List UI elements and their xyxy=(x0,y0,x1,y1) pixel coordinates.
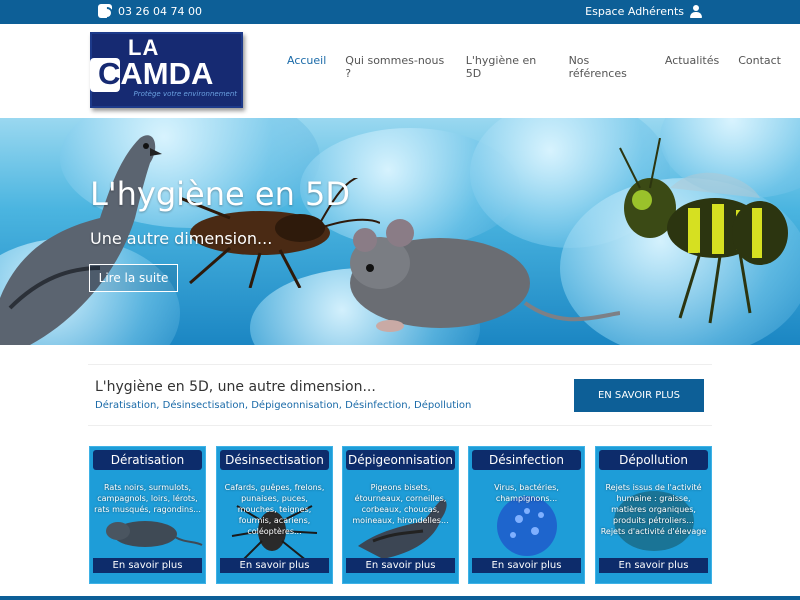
site-header: LA CAMDA Protège votre environnement Acc… xyxy=(0,24,800,118)
nav-item-hygiene-5d[interactable]: L'hygiène en 5D xyxy=(466,54,550,80)
user-icon xyxy=(690,5,702,18)
card-text: Cafards, guêpes, frelons, punaises, puce… xyxy=(224,483,325,536)
intro-services-list[interactable]: Dératisation, Désinsectisation, Dépigeon… xyxy=(95,400,471,411)
card-title: Dépigeonnisation xyxy=(346,450,455,470)
mouse-image xyxy=(350,219,620,332)
footer-bar xyxy=(0,596,800,600)
wasp-image xyxy=(619,138,788,324)
nav-item-references[interactable]: Nos références xyxy=(569,54,646,80)
card-title: Désinfection xyxy=(472,450,581,470)
card-text: Virus, bactéries, champignons... xyxy=(494,483,559,503)
nav-item-actualites[interactable]: Actualités xyxy=(665,54,719,80)
card-deratisation[interactable]: Dératisation Rats noirs, surmulots, camp… xyxy=(89,446,206,584)
hero-subtitle: Une autre dimension... xyxy=(90,229,273,248)
card-title: Dératisation xyxy=(93,450,202,470)
intro-title: L'hygiène en 5D, une autre dimension... xyxy=(95,379,376,395)
card-text: Rejets issus de l'activité humaine : gra… xyxy=(600,483,707,536)
member-area-label: Espace Adhérents xyxy=(585,5,684,18)
card-text: Pigeons bisets, étourneaux, corneilles, … xyxy=(352,483,449,525)
card-desinfection[interactable]: Désinfection Virus, bactéries, champigno… xyxy=(468,446,585,584)
card-desinsectisation[interactable]: Désinsectisation Cafards, guêpes, frelon… xyxy=(216,446,333,584)
card-depollution[interactable]: Dépollution Rejets issus de l'activité h… xyxy=(595,446,712,584)
logo-name: CAMDA xyxy=(98,56,214,91)
logo-tagline: Protège votre environnement xyxy=(133,90,237,98)
main-nav: Accueil Qui sommes-nous ? L'hygiène en 5… xyxy=(287,54,800,80)
card-more-button[interactable]: En savoir plus xyxy=(599,558,708,573)
phone-contact[interactable]: 03 26 04 74 00 xyxy=(98,4,202,18)
site-logo[interactable]: LA CAMDA Protège votre environnement xyxy=(90,32,243,108)
nav-item-accueil[interactable]: Accueil xyxy=(287,54,326,80)
card-more-button[interactable]: En savoir plus xyxy=(93,558,202,573)
learn-more-button[interactable]: EN SAVOIR PLUS xyxy=(574,379,704,412)
top-bar: 03 26 04 74 00 Espace Adhérents xyxy=(0,0,800,24)
phone-number: 03 26 04 74 00 xyxy=(118,4,202,18)
card-text: Rats noirs, surmulots, campagnols, loirs… xyxy=(94,483,201,514)
nav-item-qui-sommes-nous[interactable]: Qui sommes-nous ? xyxy=(345,54,447,80)
card-title: Dépollution xyxy=(599,450,708,470)
card-depigeonnisation[interactable]: Dépigeonnisation Pigeons bisets, étourne… xyxy=(342,446,459,584)
intro-section: L'hygiène en 5D, une autre dimension... … xyxy=(88,364,712,426)
phone-icon xyxy=(98,4,112,18)
card-more-button[interactable]: En savoir plus xyxy=(346,558,455,573)
services-cards: Dératisation Rats noirs, surmulots, camp… xyxy=(89,446,714,584)
card-title: Désinsectisation xyxy=(220,450,329,470)
hero-title: L'hygiène en 5D xyxy=(90,175,351,213)
member-area-link[interactable]: Espace Adhérents xyxy=(585,5,702,18)
hero-banner: L'hygiène en 5D Une autre dimension... L… xyxy=(0,118,800,345)
card-more-button[interactable]: En savoir plus xyxy=(472,558,581,573)
card-more-button[interactable]: En savoir plus xyxy=(220,558,329,573)
nav-item-contact[interactable]: Contact xyxy=(738,54,781,80)
read-more-button[interactable]: Lire la suite xyxy=(89,264,178,292)
